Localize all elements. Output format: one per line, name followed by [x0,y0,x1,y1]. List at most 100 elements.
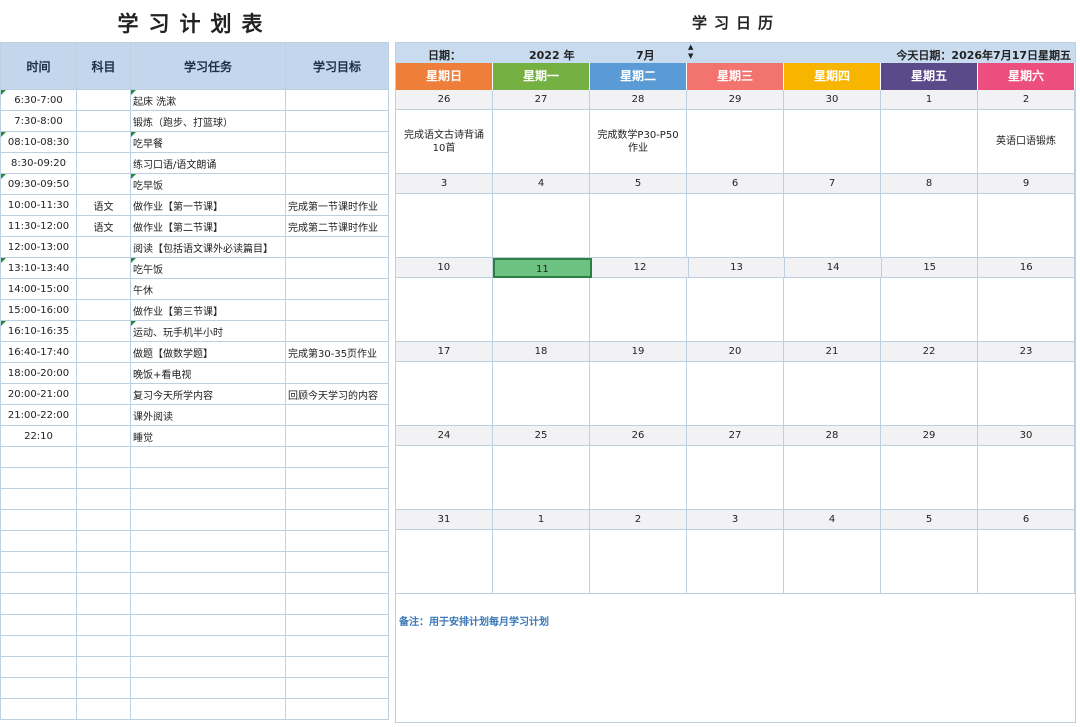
day-number-cell[interactable]: 17 [396,342,493,362]
time-cell[interactable]: 21:00-22:00 [0,404,77,426]
task-cell[interactable] [130,635,286,657]
subject-cell[interactable] [76,341,131,363]
day-note-cell[interactable] [396,278,493,342]
day-note-cell[interactable] [396,362,493,426]
goal-cell[interactable] [285,509,389,531]
goal-cell[interactable] [285,425,389,447]
time-cell[interactable]: 6:30-7:00 [0,89,77,111]
time-cell[interactable] [0,488,77,510]
goal-cell[interactable] [285,131,389,153]
day-number-cell[interactable]: 7 [784,174,881,194]
day-number-cell[interactable]: 28 [784,426,881,446]
subject-cell[interactable] [76,362,131,384]
task-cell[interactable] [130,677,286,699]
task-cell[interactable]: 起床 洗漱 [130,89,286,111]
subject-cell[interactable] [76,236,131,258]
day-number-cell[interactable]: 27 [687,426,784,446]
goal-cell[interactable] [285,173,389,195]
time-cell[interactable] [0,593,77,615]
time-cell[interactable] [0,530,77,552]
subject-cell[interactable] [76,257,131,279]
subject-cell[interactable] [76,89,131,111]
spinner-up-icon[interactable]: ▲ [688,43,696,52]
day-note-cell[interactable] [493,278,590,342]
day-note-cell[interactable] [784,446,881,510]
day-number-cell[interactable]: 25 [493,426,590,446]
day-number-cell[interactable]: 8 [881,174,978,194]
day-number-cell[interactable]: 11 [492,258,593,278]
goal-cell[interactable] [285,572,389,594]
day-note-cell[interactable] [978,362,1075,426]
goal-cell[interactable] [285,614,389,636]
day-note-cell[interactable] [881,278,978,342]
task-cell[interactable]: 锻炼（跑步、打篮球） [130,110,286,132]
time-cell[interactable]: 13:10-13:40 [0,257,77,279]
subject-cell[interactable] [76,152,131,174]
goal-cell[interactable] [285,551,389,573]
time-cell[interactable] [0,551,77,573]
goal-cell[interactable] [285,656,389,678]
day-note-cell[interactable] [881,194,978,258]
month-selector[interactable]: 7月 [636,47,655,63]
note-area[interactable]: 备注：用于安排计划每月学习计划 [396,599,1075,724]
day-note-cell[interactable] [687,278,784,342]
task-cell[interactable]: 睡觉 [130,425,286,447]
day-note-cell[interactable]: 完成语文古诗背诵10首 [396,110,493,174]
day-number-cell[interactable]: 13 [688,258,786,278]
time-cell[interactable]: 11:30-12:00 [0,215,77,237]
day-number-cell[interactable]: 10 [396,258,493,278]
header-subject[interactable]: 科目 [76,42,131,90]
time-cell[interactable]: 15:00-16:00 [0,299,77,321]
day-note-cell[interactable] [493,446,590,510]
goal-cell[interactable] [285,593,389,615]
day-note-cell[interactable] [687,446,784,510]
time-cell[interactable] [0,677,77,699]
day-note-cell[interactable] [784,110,881,174]
day-note-cell[interactable] [978,530,1075,594]
day-note-cell[interactable] [590,530,687,594]
time-cell[interactable]: 18:00-20:00 [0,362,77,384]
goal-cell[interactable] [285,635,389,657]
time-cell[interactable]: 10:00-11:30 [0,194,77,216]
subject-cell[interactable] [76,572,131,594]
day-note-cell[interactable] [978,278,1075,342]
subject-cell[interactable] [76,614,131,636]
day-number-cell[interactable]: 12 [592,258,689,278]
goal-cell[interactable] [285,530,389,552]
task-cell[interactable]: 吃午饭 [130,257,286,279]
day-note-cell[interactable] [784,278,881,342]
goal-cell[interactable]: 完成第一节课时作业 [285,194,389,216]
day-note-cell[interactable] [493,110,590,174]
day-note-cell[interactable]: 英语口语锻炼 [978,110,1075,174]
subject-cell[interactable] [76,656,131,678]
goal-cell[interactable] [285,446,389,468]
task-cell[interactable] [130,572,286,594]
day-number-cell[interactable]: 31 [396,510,493,530]
day-note-cell[interactable] [881,362,978,426]
time-cell[interactable] [0,656,77,678]
goal-cell[interactable] [285,698,389,720]
day-number-cell[interactable]: 22 [881,342,978,362]
subject-cell[interactable] [76,635,131,657]
goal-cell[interactable] [285,152,389,174]
subject-cell[interactable] [76,425,131,447]
day-note-cell[interactable] [687,530,784,594]
subject-cell[interactable] [76,320,131,342]
time-cell[interactable]: 22:10 [0,425,77,447]
time-cell[interactable] [0,614,77,636]
subject-cell[interactable] [76,278,131,300]
day-number-cell[interactable]: 16 [978,258,1076,278]
time-cell[interactable] [0,446,77,468]
day-note-cell[interactable] [590,278,687,342]
day-note-cell[interactable] [493,362,590,426]
task-cell[interactable] [130,698,286,720]
task-cell[interactable]: 吃早饭 [130,173,286,195]
time-cell[interactable]: 7:30-8:00 [0,110,77,132]
day-note-cell[interactable] [396,446,493,510]
day-note-cell[interactable] [784,362,881,426]
goal-cell[interactable] [285,677,389,699]
day-number-cell[interactable]: 4 [784,510,881,530]
day-number-cell[interactable]: 1 [493,510,590,530]
day-number-cell[interactable]: 15 [881,258,979,278]
goal-cell[interactable] [285,404,389,426]
